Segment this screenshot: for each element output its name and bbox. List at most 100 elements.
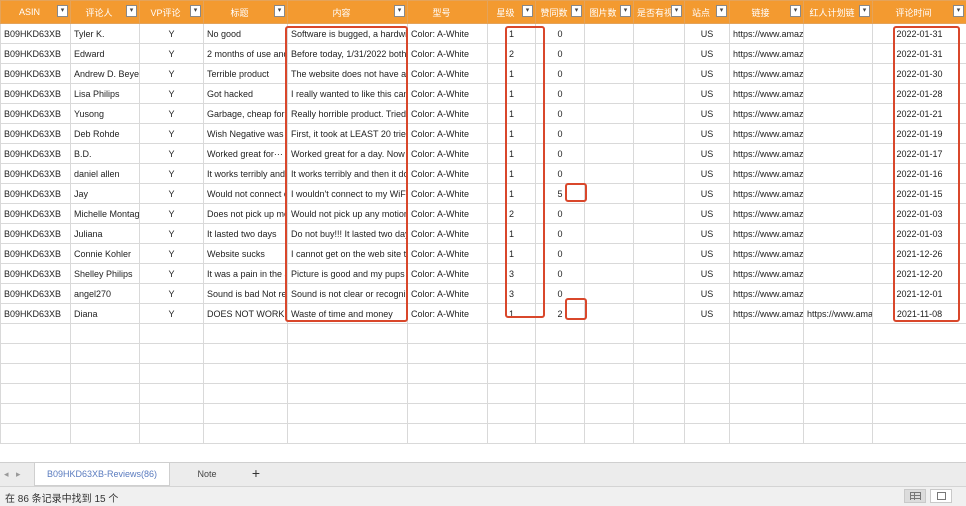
cell-model[interactable]: Color: A-White (408, 64, 488, 84)
cell-content[interactable]: Would not pick up any motion (288, 204, 408, 224)
cell-stars[interactable]: 1 (488, 244, 536, 264)
cell-likes[interactable]: 0 (536, 84, 585, 104)
cell-vp[interactable]: Y (140, 24, 204, 44)
cell-reviewer[interactable]: Deb Rohde (71, 124, 140, 144)
cell-site[interactable]: US (685, 44, 730, 64)
empty-cell[interactable] (585, 344, 634, 364)
cell-asin[interactable]: B09HKD63XB (1, 244, 71, 264)
cell-vp[interactable]: Y (140, 84, 204, 104)
empty-cell[interactable] (408, 364, 488, 384)
cell-reviewer[interactable]: angel270 (71, 284, 140, 304)
cell-content[interactable]: The website does not have an (288, 64, 408, 84)
empty-cell[interactable] (71, 324, 140, 344)
column-header[interactable]: 链接▾ (730, 1, 804, 24)
tab-reviews-sheet[interactable]: B09HKD63XB-Reviews(86) (34, 463, 170, 486)
cell-model[interactable]: Color: A-White (408, 224, 488, 244)
cell-vp[interactable]: Y (140, 44, 204, 64)
cell-images[interactable] (585, 144, 634, 164)
cell-content[interactable]: First, it took at LEAST 20 tries t (288, 124, 408, 144)
empty-cell[interactable] (804, 424, 873, 444)
empty-cell[interactable] (204, 324, 288, 344)
empty-cell[interactable] (1, 384, 71, 404)
cell-date[interactable]: 2022-01-31 (873, 24, 966, 44)
cell-stars[interactable]: 1 (488, 164, 536, 184)
cell-title[interactable]: Terrible product (204, 64, 288, 84)
cell-images[interactable] (585, 84, 634, 104)
cell-content[interactable]: Software is bugged, a hardwir (288, 24, 408, 44)
cell-stars[interactable]: 1 (488, 84, 536, 104)
cell-influencer[interactable] (804, 224, 873, 244)
cell-stars[interactable]: 2 (488, 44, 536, 64)
cell-images[interactable] (585, 284, 634, 304)
cell-site[interactable]: US (685, 84, 730, 104)
empty-cell[interactable] (685, 324, 730, 344)
filter-dropdown-icon[interactable]: ▾ (716, 5, 727, 17)
cell-model[interactable]: Color: A-White (408, 44, 488, 64)
cell-title[interactable]: It was a pain in the a (204, 264, 288, 284)
cell-content[interactable]: I cannot get on the web site to (288, 244, 408, 264)
column-header[interactable]: VP评论▾ (140, 1, 204, 24)
cell-model[interactable]: Color: A-White (408, 104, 488, 124)
column-header[interactable]: 标题▾ (204, 1, 288, 24)
cell-reviewer[interactable]: Tyler K. (71, 24, 140, 44)
cell-asin[interactable]: B09HKD63XB (1, 164, 71, 184)
cell-model[interactable]: Color: A-White (408, 84, 488, 104)
cell-site[interactable]: US (685, 204, 730, 224)
cell-images[interactable] (585, 204, 634, 224)
cell-link[interactable]: https://www.amazo (730, 284, 804, 304)
cell-date[interactable]: 2021-12-20 (873, 264, 966, 284)
cell-images[interactable] (585, 224, 634, 244)
cell-title[interactable]: Website sucks (204, 244, 288, 264)
empty-cell[interactable] (873, 344, 966, 364)
empty-cell[interactable] (488, 404, 536, 424)
cell-images[interactable] (585, 264, 634, 284)
empty-cell[interactable] (634, 384, 685, 404)
cell-link[interactable]: https://www.amazo (730, 264, 804, 284)
page-layout-button[interactable] (930, 489, 952, 503)
cell-asin[interactable]: B09HKD63XB (1, 144, 71, 164)
cell-asin[interactable]: B09HKD63XB (1, 24, 71, 44)
empty-cell[interactable] (408, 324, 488, 344)
cell-images[interactable] (585, 304, 634, 324)
cell-date[interactable]: 2021-11-08 (873, 304, 966, 324)
cell-video[interactable] (634, 184, 685, 204)
cell-vp[interactable]: Y (140, 104, 204, 124)
cell-site[interactable]: US (685, 164, 730, 184)
cell-title[interactable]: Would not connect or (204, 184, 288, 204)
filter-dropdown-icon[interactable]: ▾ (671, 5, 682, 17)
column-header[interactable]: 评论人▾ (71, 1, 140, 24)
cell-content[interactable]: Waste of time and money (288, 304, 408, 324)
empty-cell[interactable] (408, 384, 488, 404)
cell-influencer[interactable] (804, 204, 873, 224)
cell-title[interactable]: DOES NOT WORK (204, 304, 288, 324)
column-header[interactable]: 星级▾ (488, 1, 536, 24)
filter-dropdown-icon[interactable]: ▾ (620, 5, 631, 17)
cell-title[interactable]: Does not pick up mo (204, 204, 288, 224)
cell-reviewer[interactable]: daniel allen (71, 164, 140, 184)
cell-video[interactable] (634, 84, 685, 104)
cell-asin[interactable]: B09HKD63XB (1, 304, 71, 324)
tab-note-sheet[interactable]: Note (172, 463, 242, 485)
empty-cell[interactable] (634, 424, 685, 444)
empty-cell[interactable] (204, 344, 288, 364)
empty-cell[interactable] (685, 364, 730, 384)
cell-stars[interactable]: 1 (488, 224, 536, 244)
cell-asin[interactable]: B09HKD63XB (1, 204, 71, 224)
empty-cell[interactable] (71, 404, 140, 424)
column-header[interactable]: 赞同数▾ (536, 1, 585, 24)
column-header[interactable]: 内容▾ (288, 1, 408, 24)
filter-dropdown-icon[interactable]: ▾ (522, 5, 533, 17)
empty-cell[interactable] (204, 384, 288, 404)
cell-video[interactable] (634, 244, 685, 264)
cell-asin[interactable]: B09HKD63XB (1, 284, 71, 304)
empty-cell[interactable] (288, 424, 408, 444)
empty-cell[interactable] (288, 364, 408, 384)
cell-content[interactable]: Do not buy!!! It lasted two day (288, 224, 408, 244)
cell-model[interactable]: Color: A-White (408, 124, 488, 144)
cell-link[interactable]: https://www.amazo (730, 24, 804, 44)
empty-cell[interactable] (140, 344, 204, 364)
cell-model[interactable]: Color: A-White (408, 244, 488, 264)
cell-model[interactable]: Color: A-White (408, 264, 488, 284)
empty-cell[interactable] (873, 424, 966, 444)
empty-cell[interactable] (288, 384, 408, 404)
